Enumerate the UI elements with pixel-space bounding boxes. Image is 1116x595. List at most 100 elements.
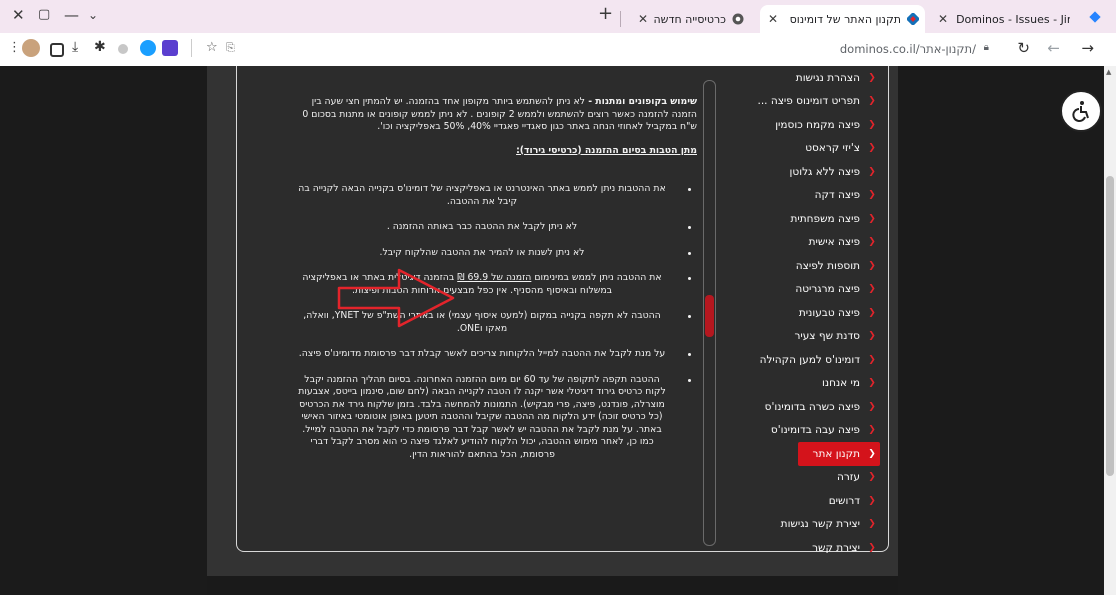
sidebar-item[interactable]: ❮ פיצה מקמח כוסמין [710, 113, 880, 137]
tab-dominos-terms[interactable]: תקנון האתר של דומינוס פיצה | ... ✕ [760, 5, 925, 33]
tab-new-tab[interactable]: כרטיסייה חדשה ✕ [630, 5, 750, 33]
extensions-puzzle-icon[interactable]: ✱ [94, 39, 106, 55]
content-scrollbar[interactable] [703, 80, 716, 546]
sidebar-item[interactable]: ❮ תוספות לפיצה [710, 254, 880, 278]
sidebar-item[interactable]: ❮ יצירת קשר [710, 536, 880, 560]
chevron-left-icon: ❮ [868, 237, 876, 248]
reload-icon[interactable]: ↻ [1017, 39, 1030, 57]
new-tab-plus-icon[interactable]: + [598, 3, 613, 24]
minimize-window-icon[interactable]: — [64, 6, 79, 24]
sidebar-menu: ❮ הצהרת נגישות ❮ תפריט דומינוס פיצה ... ❮ פיצ… [710, 66, 880, 560]
chevron-left-icon: ❮ [868, 190, 876, 201]
sidebar-item-label: פיצה דקה [814, 189, 860, 202]
chevron-left-icon: ❮ [868, 472, 876, 483]
sidebar-item[interactable]: ❮ מי אנחנו [710, 372, 880, 396]
extension-purple-icon[interactable] [162, 40, 178, 56]
sidebar-item-label: תפריט דומינוס פיצה ... [757, 95, 860, 108]
sidebar-item[interactable]: ❮ סדנת שף צעיר [710, 325, 880, 349]
side-panel-icon[interactable] [50, 43, 64, 57]
address-bar-row: ⋮ ⤓ ✱ ☆ ⎘ dominos.co.il/תקנון-אתר/ 🔒︎ ↻ … [0, 33, 1116, 67]
list-item: לא ניתן לשנות או להמיר את ההטבה שהלקוח ק… [297, 247, 697, 260]
sidebar-item-label: דרושים [828, 494, 860, 507]
list-item: על מנת לקבל את ההטבה למייל הלקוחות צריכי… [297, 348, 697, 361]
sidebar-item[interactable]: ❮ פיצה מרגריטה [710, 278, 880, 302]
close-window-icon[interactable]: ✕ [12, 6, 25, 24]
chevron-left-icon: ❮ [868, 284, 876, 295]
browser-tab-strip: ✕ ▢ — ⌄ + כרטיסייה חדשה ✕ תקנון האתר של … [0, 0, 1116, 33]
sidebar-item[interactable]: ❮ פיצה דקה [710, 184, 880, 208]
forward-arrow-icon[interactable]: ← [1047, 39, 1060, 57]
close-tab-icon[interactable]: ✕ [638, 12, 648, 26]
sidebar-item[interactable]: ❮ תקנון אתר [798, 442, 880, 466]
sidebar-item-label: פיצה טבעונית [798, 306, 860, 319]
sidebar-item[interactable]: ❮ פיצה כשרה בדומינו'ס [710, 395, 880, 419]
page-left-margin [0, 66, 207, 595]
list-item: לא ניתן לקבל את ההטבה כבר באותה ההזמנה . [297, 221, 697, 234]
sidebar-item-label: הצהרת נגישות [795, 71, 860, 84]
chevron-left-icon: ❮ [868, 166, 876, 177]
chevron-left-icon: ❮ [868, 401, 876, 412]
tab-title: כרטיסייה חדשה [653, 12, 726, 26]
close-tab-icon[interactable]: ✕ [938, 12, 948, 26]
chevron-left-icon: ❮ [868, 542, 876, 553]
chevron-left-icon: ❮ [868, 354, 876, 365]
sidebar-item[interactable]: ❮ פיצה טבעונית [710, 301, 880, 325]
sidebar-item-label: פיצה מקמח כוסמין [775, 118, 860, 131]
tab-search-chevron-icon[interactable]: ⌄ [88, 8, 98, 22]
sidebar-item[interactable]: ❮ צ'יזי קראסט [710, 137, 880, 161]
sidebar-item[interactable]: ❮ דומינו'ס למען הקהילה [710, 348, 880, 372]
translate-icon[interactable]: ⎘ [226, 41, 235, 55]
terms-panel: ❮ הצהרת נגישות ❮ תפריט דומינוס פיצה ... ❮ פיצ… [236, 66, 889, 554]
sidebar-item[interactable]: ❮ פיצה משפחתית [710, 207, 880, 231]
tab-jira[interactable]: ✕ Dominos - Issues - Jira [930, 5, 1070, 33]
page-scrollbar-thumb[interactable] [1106, 176, 1114, 476]
sidebar-item-label: מי אנחנו [822, 377, 860, 390]
sidebar-item[interactable]: ❮ עזרה [710, 466, 880, 490]
sidebar-item-label: פיצה אישית [808, 236, 860, 249]
profile-avatar[interactable] [22, 39, 40, 57]
jira-icon [1088, 9, 1102, 28]
chevron-left-icon: ❮ [868, 119, 876, 130]
sidebar-item-label: פיצה ללא גלוטן [789, 165, 860, 178]
close-tab-icon[interactable]: ✕ [768, 12, 778, 26]
sidebar-item[interactable]: ❮ פיצה אישית [710, 231, 880, 255]
lock-icon[interactable]: 🔒︎ [984, 42, 989, 53]
sidebar-item[interactable]: ❮ הצהרת נגישות [710, 66, 880, 90]
sidebar-item-label: תקנון אתר [812, 447, 860, 460]
chevron-left-icon: ❮ [868, 448, 876, 459]
dominos-favicon-icon [905, 11, 921, 27]
page-scrollbar[interactable]: ▲ [1104, 66, 1116, 595]
chevron-left-icon: ❮ [868, 72, 876, 83]
min-order-link[interactable]: הזמנה של 69.9 ₪ [457, 272, 531, 283]
bookmark-star-icon[interactable]: ☆ [206, 40, 218, 55]
sidebar-item-label: תוספות לפיצה [795, 259, 860, 272]
chevron-left-icon: ❮ [868, 519, 876, 530]
gift-section-title: מתן הטבות בסיום ההזמנה (כרטיסי גירוד): [516, 144, 697, 156]
extension-blue-icon[interactable] [140, 40, 156, 56]
sidebar-item-label: סדנת שף צעיר [794, 330, 860, 343]
url-text[interactable]: dominos.co.il/תקנון-אתר/ [840, 42, 976, 56]
sidebar-item[interactable]: ❮ תפריט דומינוס פיצה ... [710, 90, 880, 114]
sidebar-item-label: עזרה [837, 471, 860, 484]
tab-title: Dominos - Issues - Jira [956, 12, 1070, 26]
chevron-left-icon: ❮ [868, 213, 876, 224]
extension-dot-icon[interactable] [118, 44, 128, 54]
sidebar-item[interactable]: ❮ פיצה ללא גלוטן [710, 160, 880, 184]
chevron-left-icon: ❮ [868, 331, 876, 342]
wheelchair-icon [1072, 101, 1089, 122]
kebab-menu-icon[interactable]: ⋮ [8, 40, 21, 55]
accessibility-button[interactable] [1060, 90, 1102, 132]
chrome-icon [732, 13, 744, 25]
sidebar-item[interactable]: ❮ דרושים [710, 489, 880, 513]
list-item: ההטבה תקפה לתקופה של עד 60 יום מיום ההזמ… [297, 374, 697, 462]
restore-window-icon[interactable]: ▢ [38, 7, 50, 22]
sidebar-item-label: פיצה עבה בדומינו'ס [770, 424, 860, 437]
content-scrollbar-thumb[interactable] [705, 295, 714, 337]
sidebar-item[interactable]: ❮ יצירת קשר נגישות [710, 513, 880, 537]
sidebar-item-label: פיצה כשרה בדומינו'ס [764, 400, 860, 413]
sidebar-item[interactable]: ❮ פיצה עבה בדומינו'ס [710, 419, 880, 443]
download-icon[interactable]: ⤓ [72, 39, 78, 55]
annotation-arrow-icon [337, 268, 455, 328]
sidebar-item-label: יצירת קשר [812, 541, 860, 554]
back-arrow-icon[interactable]: → [1081, 39, 1094, 57]
